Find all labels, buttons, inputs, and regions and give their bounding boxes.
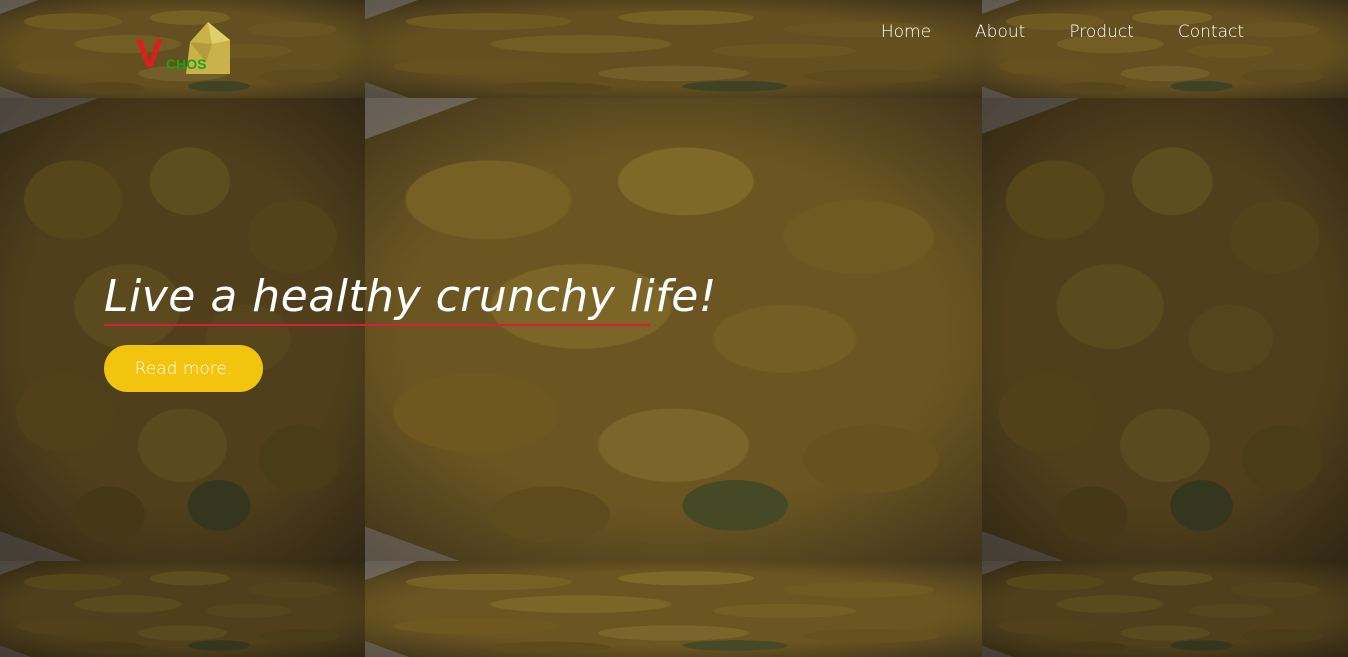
nav-product-link[interactable]: Product <box>1069 20 1134 44</box>
main-nav: Home About Product Contact <box>881 20 1244 44</box>
background-overlay <box>0 0 1348 657</box>
hero-title: Live a healthy crunchy life! <box>104 271 717 322</box>
landing-page: V CHOS Home About Product Contact Live a… <box>0 0 1348 657</box>
logo-initial: V <box>136 32 163 76</box>
read-more-button[interactable]: Read more. <box>104 345 263 392</box>
nav-about-link[interactable]: About <box>975 20 1025 44</box>
logo-text: CHOS <box>166 56 207 72</box>
nav-contact-link[interactable]: Contact <box>1178 20 1244 44</box>
nav-home-link[interactable]: Home <box>881 20 931 44</box>
brand-logo[interactable]: V CHOS <box>136 22 232 76</box>
hero-title-underline <box>104 324 650 326</box>
